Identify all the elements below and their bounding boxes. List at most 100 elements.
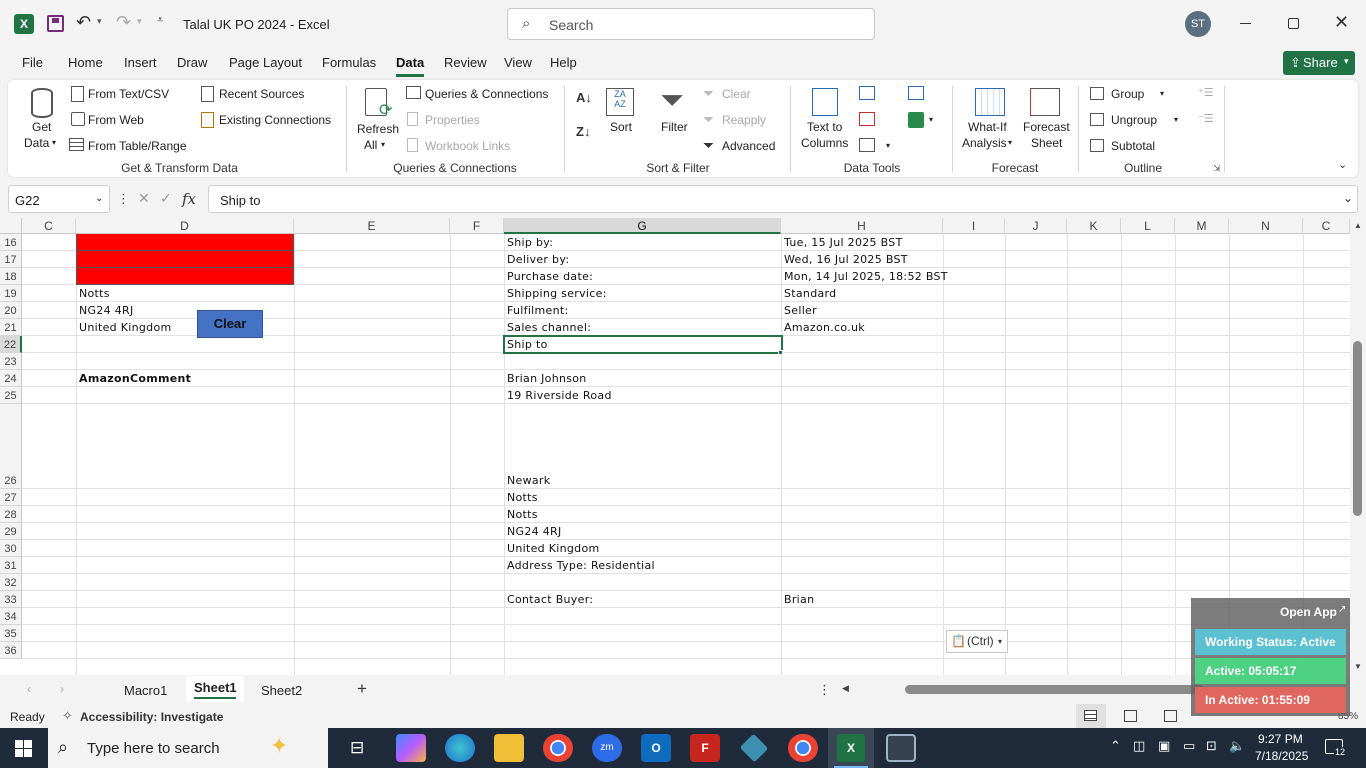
cell-g16[interactable]: Ship by: [507, 236, 553, 249]
taskbar-search[interactable]: ⌕ Type here to search ✦ [48, 728, 328, 768]
sheet-tab-macro1[interactable]: Macro1 [124, 683, 167, 698]
recent-sources-button[interactable]: Recent Sources [219, 87, 304, 101]
collapse-ribbon-icon[interactable]: ⌄ [1338, 158, 1347, 171]
paste-options-button[interactable]: 📋 (Ctrl) ▾ [946, 630, 1008, 653]
cell-g17[interactable]: Deliver by: [507, 253, 569, 266]
cell-g25[interactable]: 19 Riverside Road [507, 389, 612, 402]
add-sheet-icon[interactable]: + [357, 679, 367, 699]
cell-h33[interactable]: Brian [784, 593, 814, 606]
tab-page-layout[interactable]: Page Layout [229, 55, 302, 70]
row-header[interactable]: 35 [0, 625, 22, 642]
tab-draw[interactable]: Draw [177, 55, 207, 70]
cell-g30[interactable]: United Kingdom [507, 542, 600, 555]
column-header[interactable]: G [504, 218, 781, 234]
clock-date[interactable]: 7/18/2025 [1255, 749, 1308, 763]
column-header[interactable]: C [1303, 218, 1350, 234]
column-header[interactable]: D [76, 218, 294, 234]
clock-time[interactable]: 9:27 PM [1258, 732, 1303, 746]
cell-g26[interactable]: Newark [507, 474, 550, 487]
tab-data[interactable]: Data [396, 55, 424, 70]
dialog-launcher-icon[interactable]: ⇲ [1213, 163, 1221, 174]
row-header[interactable]: 25 [0, 387, 22, 404]
get-data-button[interactable]: Get Data ▾ [22, 86, 62, 156]
cell-g24[interactable]: Brian Johnson [507, 372, 587, 385]
row-header[interactable]: 26 [0, 404, 22, 489]
copilot-icon[interactable] [396, 734, 426, 762]
cell-d19[interactable]: Notts [79, 287, 110, 300]
row-header[interactable]: 31 [0, 557, 22, 574]
tab-home[interactable]: Home [68, 55, 103, 70]
normal-view-icon[interactable] [1076, 704, 1106, 728]
customize-qat-icon[interactable]: ⩡ [157, 14, 163, 27]
sort-a-z-icon[interactable]: A↓ [576, 90, 592, 105]
row-header[interactable]: 28 [0, 506, 22, 523]
cell-g29[interactable]: NG24 4RJ [507, 525, 562, 538]
meet-icon[interactable]: ◫ [1133, 738, 1145, 754]
confirm-entry-icon[interactable]: ✓ [160, 190, 172, 207]
cell-g18[interactable]: Purchase date: [507, 270, 593, 283]
cell-g20[interactable]: Fulfilment: [507, 304, 569, 317]
cell-g21[interactable]: Sales channel: [507, 321, 591, 334]
flash-fill-icon[interactable] [859, 86, 875, 100]
what-if-analysis-button[interactable]: What-If Analysis ▾ [960, 86, 1020, 156]
group-button[interactable]: Group [1111, 87, 1144, 101]
scroll-down-icon[interactable]: ▼ [1354, 662, 1362, 671]
row-header[interactable]: 24 [0, 370, 22, 387]
tray-expand-icon[interactable]: ⌃ [1110, 738, 1121, 754]
chrome-profile-icon[interactable] [788, 734, 818, 762]
column-header[interactable]: M [1175, 218, 1229, 234]
save-icon[interactable] [47, 15, 64, 32]
insert-function-icon[interactable]: fx [182, 190, 196, 208]
accessibility-status[interactable]: Accessibility: Investigate [80, 710, 223, 724]
data-model-icon[interactable] [908, 112, 924, 128]
tab-file[interactable]: File [22, 55, 43, 70]
row-header[interactable]: 34 [0, 608, 22, 625]
chevron-down-icon[interactable]: ▾ [929, 115, 933, 124]
cell-g28[interactable]: Notts [507, 508, 538, 521]
undo-icon[interactable]: ↶ [76, 12, 91, 33]
page-break-view-icon[interactable] [1164, 710, 1177, 722]
task-view-icon[interactable]: ⊟ [350, 738, 364, 758]
column-header[interactable]: H [781, 218, 943, 234]
cell-h21[interactable]: Amazon.co.uk [784, 321, 865, 334]
scroll-thumb[interactable] [1353, 341, 1362, 516]
from-table-range-button[interactable]: From Table/Range [88, 139, 187, 153]
redo-icon[interactable]: ↷ [116, 12, 131, 33]
column-header[interactable]: K [1067, 218, 1121, 234]
windows-start-icon[interactable] [15, 740, 32, 757]
volume-icon[interactable]: 🔈 [1229, 738, 1245, 754]
subtotal-button[interactable]: Subtotal [1111, 139, 1155, 153]
display-icon[interactable]: ▣ [1158, 738, 1170, 754]
row-header[interactable]: 16 [0, 234, 22, 251]
advanced-filter-button[interactable]: Advanced [722, 139, 775, 153]
row-header[interactable]: 33 [0, 591, 22, 608]
workbook-links-button[interactable]: Workbook Links [425, 139, 510, 153]
cell-d24[interactable]: AmazonComment [79, 372, 191, 385]
from-text-csv-button[interactable]: From Text/CSV [88, 87, 169, 101]
tab-help[interactable]: Help [550, 55, 577, 70]
cell-g27[interactable]: Notts [507, 491, 538, 504]
column-header[interactable]: L [1121, 218, 1175, 234]
battery-icon[interactable]: ▭ [1183, 738, 1195, 754]
cell-h19[interactable]: Standard [784, 287, 836, 300]
row-header[interactable]: 18 [0, 268, 22, 285]
row-header[interactable]: 17 [0, 251, 22, 268]
prev-sheet-icon[interactable]: ‹ [27, 682, 31, 696]
hide-detail-icon[interactable]: ⁻☰ [1198, 112, 1214, 125]
from-web-button[interactable]: From Web [88, 113, 144, 127]
sort-button[interactable]: ZA AZ Sort [604, 86, 636, 136]
page-layout-view-icon[interactable] [1124, 710, 1137, 722]
network-icon[interactable]: ⊡ [1206, 738, 1217, 754]
tab-view[interactable]: View [504, 55, 532, 70]
cell-d20[interactable]: NG24 4RJ [79, 304, 134, 317]
horizontal-scroll-thumb[interactable] [905, 685, 1205, 694]
select-all-corner[interactable] [0, 218, 22, 234]
row-header[interactable]: 27 [0, 489, 22, 506]
open-app-link[interactable]: Open App [1280, 605, 1337, 619]
cell-g33[interactable]: Contact Buyer: [507, 593, 593, 606]
row-header[interactable]: 30 [0, 540, 22, 557]
row-header[interactable]: 20 [0, 302, 22, 319]
cell-g19[interactable]: Shipping service: [507, 287, 607, 300]
consolidate-icon[interactable] [908, 86, 924, 100]
column-header[interactable]: C [22, 218, 76, 234]
